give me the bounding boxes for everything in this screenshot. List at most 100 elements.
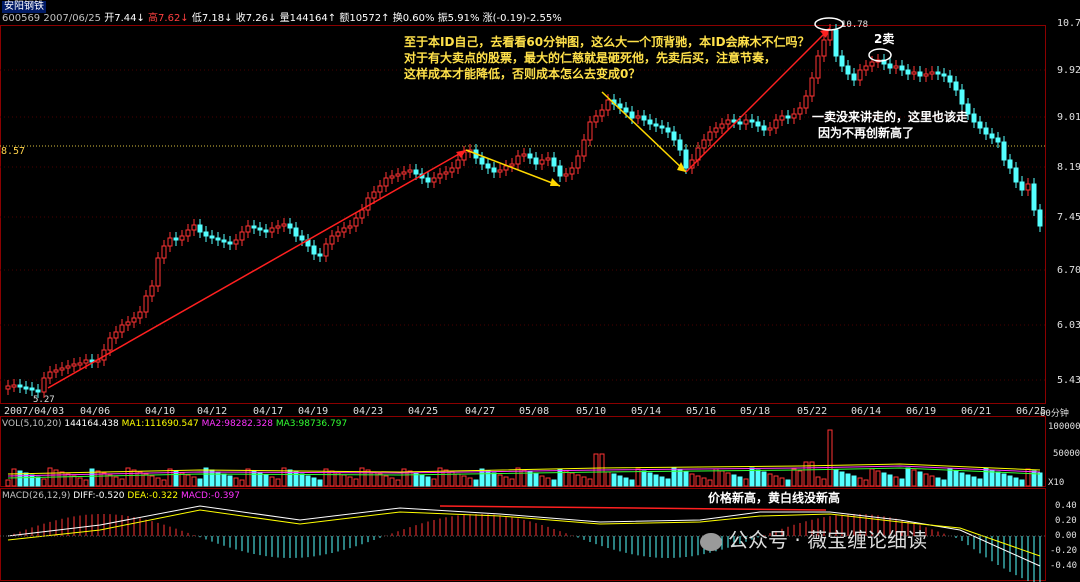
- candle-body: [113, 331, 119, 339]
- volume-bar: [839, 471, 845, 487]
- volume-bar: [35, 476, 41, 487]
- volume-bar: [515, 467, 521, 487]
- candle-body: [407, 169, 413, 173]
- volume-bar: [395, 479, 401, 487]
- volume-bar: [419, 474, 425, 487]
- volume-bar: [41, 478, 47, 487]
- date-tick: 04/23: [353, 406, 384, 417]
- volume-bar: [1013, 477, 1019, 487]
- candle-body: [773, 119, 779, 129]
- volume-bar: [881, 472, 887, 487]
- candle-body: [935, 71, 941, 75]
- volume-bar: [119, 478, 125, 487]
- volume-bar: [239, 479, 245, 487]
- candle-body: [359, 209, 365, 219]
- candle-body: [851, 73, 857, 81]
- price-panel-frame: [0, 25, 1046, 404]
- candle-body: [815, 55, 821, 79]
- volume-bar: [641, 470, 647, 487]
- candle-body: [959, 89, 965, 105]
- volume-bar: [257, 472, 263, 487]
- volume-bar: [977, 478, 983, 487]
- volume-bar: [143, 473, 149, 487]
- annotation-line-2: 对于有大卖点的股票，最大的仁慈就是砸死他，先卖后买，注意节奏，: [404, 51, 777, 65]
- volume-bar: [347, 476, 353, 487]
- candle-body: [641, 115, 647, 121]
- volume-bar: [713, 468, 719, 487]
- volume-bar: [389, 477, 395, 487]
- price-tick: 10.78: [1057, 18, 1080, 29]
- candle-body: [71, 363, 77, 367]
- volume-bar: [191, 476, 197, 487]
- volume-header: VOL(5,10,20) 144164.438 MA1:111690.547 M…: [2, 418, 347, 430]
- candle-body: [545, 157, 551, 161]
- volume-bar: [65, 473, 71, 487]
- volume-bar: [341, 474, 347, 487]
- candle-body: [1031, 183, 1037, 211]
- volume-bar: [731, 474, 737, 487]
- candle-body: [5, 385, 11, 390]
- reference-price: 8.57: [1, 146, 26, 157]
- candle-body: [425, 177, 431, 183]
- volume-bar: [575, 474, 581, 487]
- volume-bar: [983, 467, 989, 487]
- volume-bar: [971, 476, 977, 487]
- candle-body: [59, 367, 65, 371]
- period-label[interactable]: 60分钟: [1040, 406, 1069, 419]
- uptrend-line-1: [47, 149, 467, 389]
- volume-bar: [659, 476, 665, 487]
- volume-bar: [965, 474, 971, 487]
- annotation-line-1: 至于本ID自己，去看看60分钟图，这么大一个顶背驰，本ID会麻木不仁吗？: [404, 35, 810, 49]
- candle-body: [551, 157, 557, 167]
- volume-bar: [221, 473, 227, 487]
- candle-body: [761, 125, 767, 131]
- candle-body: [377, 185, 383, 193]
- volume-bar: [905, 467, 911, 487]
- date-tick: 06/14: [851, 406, 882, 417]
- candle-body: [785, 115, 791, 119]
- volume-bar: [5, 479, 11, 487]
- candle-body: [833, 29, 839, 57]
- volume-bar: [509, 478, 515, 487]
- candle-body: [1025, 183, 1031, 191]
- candle-body: [449, 167, 455, 173]
- candle-body: [899, 65, 905, 71]
- candle-body: [887, 63, 893, 69]
- volume-bar: [671, 467, 677, 487]
- volume-bar: [953, 470, 959, 487]
- volume-bar: [923, 473, 929, 487]
- downtrend-line-1: [465, 149, 561, 187]
- volume-bar: [683, 471, 689, 487]
- candle-body: [335, 231, 341, 237]
- volume-bar: [929, 475, 935, 487]
- candle-body: [809, 77, 815, 97]
- candle-body: [251, 225, 257, 229]
- first-sell-note-2: 因为不再创新高了: [818, 126, 915, 140]
- macd-tick: -0.20: [1050, 546, 1078, 556]
- volume-bar: [491, 472, 497, 487]
- candle-body: [941, 73, 947, 77]
- volume-bar: [53, 469, 59, 487]
- volume-bar: [587, 478, 593, 487]
- candle-body: [1007, 159, 1013, 169]
- volume-bar: [767, 473, 773, 487]
- candle-body: [947, 75, 953, 83]
- date-tick: 04/19: [298, 406, 329, 417]
- price-tick: 9.92: [1057, 65, 1080, 76]
- volume-bar: [791, 468, 797, 487]
- volume-bar: [503, 476, 509, 487]
- macd-dea: DEA:-0.322: [127, 491, 179, 501]
- volume-bar: [815, 476, 821, 487]
- volume-bar: [101, 472, 107, 487]
- volume-bar: [467, 477, 473, 487]
- candle-body: [161, 245, 167, 259]
- macd-tick: 0.20: [1055, 516, 1077, 526]
- price-tick: 9.01: [1057, 112, 1080, 123]
- volume-bar: [353, 478, 359, 487]
- candle-body: [275, 225, 281, 229]
- candle-body: [671, 131, 677, 141]
- volume-bar: [71, 475, 77, 487]
- volume-bar: [131, 469, 137, 487]
- macd-note: 价格新高，黄白线没新高: [708, 491, 841, 505]
- volume-bar: [581, 476, 587, 487]
